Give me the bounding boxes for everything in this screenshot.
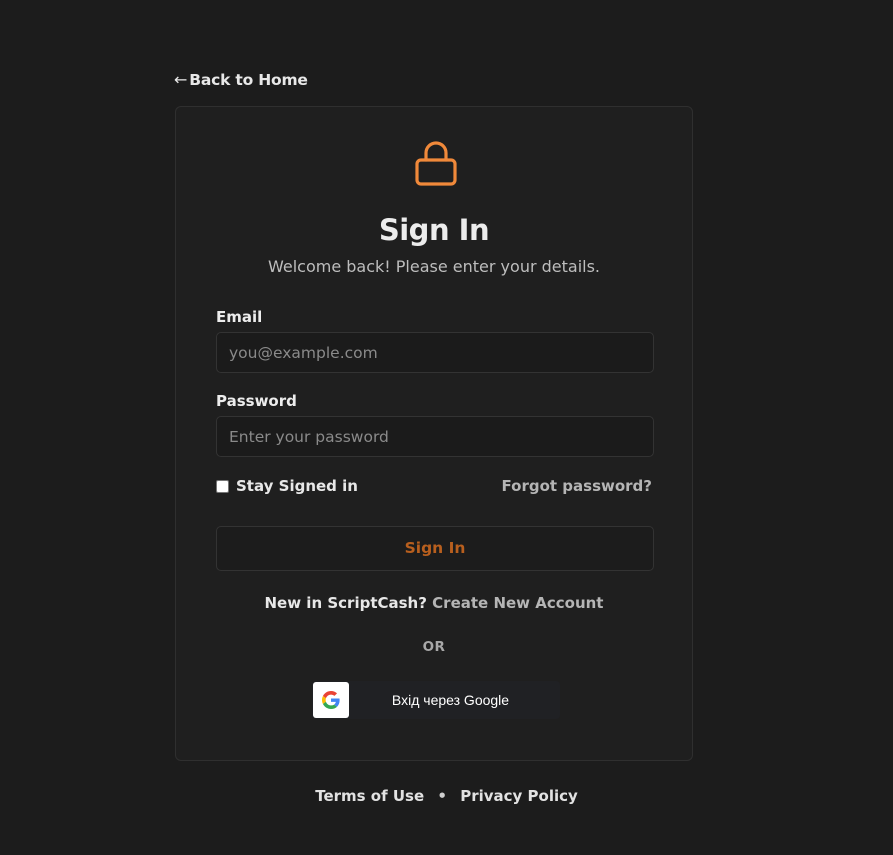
sign-in-card: Sign In Welcome back! Please enter your … (175, 106, 693, 761)
email-label: Email (216, 308, 263, 326)
google-g-icon (313, 682, 349, 718)
terms-of-use-link[interactable]: Terms of Use (315, 787, 424, 805)
page-subtitle: Welcome back! Please enter your details. (267, 257, 601, 276)
sign-in-button[interactable]: Sign In (216, 526, 654, 571)
footer-separator: • (437, 787, 447, 805)
password-field[interactable] (216, 416, 654, 457)
signup-prompt-text: New in ScriptCash? (264, 594, 427, 612)
forgot-password-link[interactable]: Forgot password? (502, 477, 653, 495)
page-title: Sign In (378, 213, 490, 247)
privacy-policy-link[interactable]: Privacy Policy (460, 787, 578, 805)
or-divider: OR (422, 639, 446, 655)
lock-icon (415, 141, 457, 186)
password-label: Password (216, 392, 297, 410)
footer-links: Terms of Use • Privacy Policy (0, 787, 893, 805)
stay-signed-in: Stay Signed in (216, 477, 358, 495)
google-sign-in-label: Вхід через Google (391, 692, 510, 708)
back-to-home-link[interactable]: ← Back to Home (174, 70, 308, 89)
create-account-link[interactable]: Create New Account (432, 594, 603, 612)
stay-signed-in-checkbox[interactable] (216, 479, 229, 493)
arrow-left-icon: ← (174, 70, 188, 89)
google-sign-in-button[interactable]: Вхід через Google (312, 681, 560, 719)
create-account-prompt: New in ScriptCash? Create New Account (176, 594, 692, 612)
email-field[interactable] (216, 332, 654, 373)
back-to-home-label: Back to Home (189, 70, 308, 89)
stay-signed-in-label[interactable]: Stay Signed in (236, 477, 358, 495)
